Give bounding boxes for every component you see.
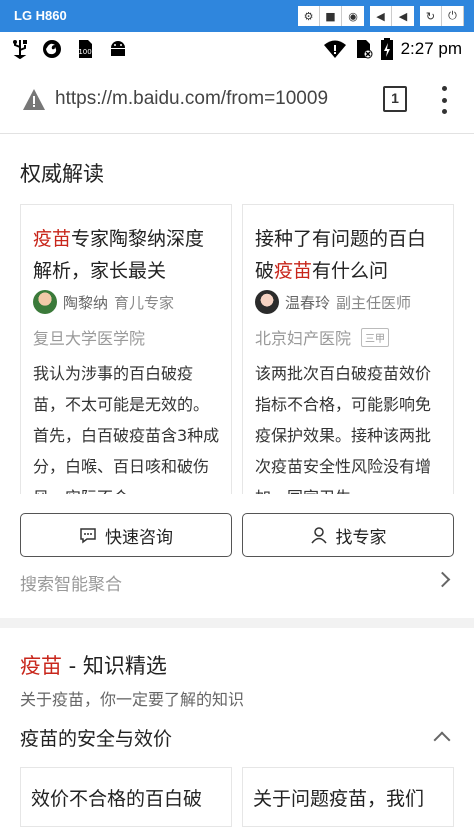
knowledge-card[interactable]: 效价不合格的百白破 [20, 767, 232, 827]
battery-icon [380, 38, 393, 60]
expert-card[interactable]: 疫苗专家陶黎纳深度解析，家长最关 陶黎纳 育儿专家 复旦大学医学院 我认为涉事的… [20, 204, 232, 494]
avatar [255, 290, 279, 314]
institution: 复旦大学医学院 [33, 329, 146, 348]
device-bar: LG H860 ⚙ ■ ◉ ◀ ◀ ↻ ⏻ [0, 0, 474, 32]
overflow-menu-icon[interactable] [436, 86, 452, 114]
card-body: 我认为涉事的百白破疫苗，不太可能是无效的。首先，白百破疫苗含3种成分，白喉、百日… [33, 364, 220, 494]
settings-icon[interactable]: ⚙ [298, 6, 320, 26]
topic-title: 疫苗的安全与效价 [20, 728, 173, 750]
camera-icon[interactable]: ◉ [342, 6, 364, 26]
card-title: 疫苗专家陶黎纳深度解析，家长最关 [33, 228, 205, 282]
knowledge-card-title: 效价不合格的百白破 [31, 788, 203, 810]
knowledge-card-title: 关于问题疫苗，我们 [253, 788, 425, 810]
hospital-grade-badge: 三甲 [361, 327, 390, 347]
section-subtitle: 关于疫苗，你一定要了解的知识 [20, 690, 245, 709]
chat-icon [80, 528, 96, 544]
url-fade [330, 86, 370, 116]
chevron-right-icon [434, 571, 451, 588]
svg-text:100: 100 [78, 48, 91, 56]
author-name: 温春玲 [285, 293, 331, 312]
author-role: 副主任医师 [336, 293, 412, 312]
author-name: 陶黎纳 [63, 293, 109, 312]
smart-aggregate-label: 搜索智能聚合 [20, 575, 122, 595]
expert-card[interactable]: 接种了有问题的百白破疫苗有什么问 温春玲 副主任医师 北京妇产医院 三甲 该两批… [242, 204, 454, 494]
author-role: 育儿专家 [114, 293, 175, 312]
system-status: 2:27 pm [323, 38, 462, 60]
knowledge-card[interactable]: 关于问题疫苗，我们 [242, 767, 454, 827]
browser-toolbar: https://m.baidu.com/from=10009 1 [0, 68, 474, 134]
institution: 北京妇产医院 [255, 329, 352, 348]
wifi-icon [323, 40, 346, 58]
power-icon[interactable]: ⏻ [442, 6, 464, 26]
find-expert-button[interactable]: 找专家 [242, 513, 454, 557]
tab-switcher-button[interactable]: 1 [383, 86, 407, 112]
author-row: 温春玲 副主任医师 [255, 289, 450, 315]
usb-icon [13, 40, 27, 59]
sim-100-icon: 100 [78, 40, 92, 58]
no-sim-icon [356, 40, 373, 59]
avatar [33, 290, 57, 314]
volume-down-icon[interactable]: ◀ [370, 6, 392, 26]
person-icon [310, 527, 327, 544]
url-field[interactable]: https://m.baidu.com/from=10009 [55, 88, 366, 116]
clock: 2:27 pm [400, 39, 462, 58]
card-title: 接种了有问题的百白破疫苗有什么问 [255, 228, 427, 282]
find-expert-label: 找专家 [335, 527, 387, 548]
warning-icon[interactable] [22, 88, 46, 112]
quick-consult-button[interactable]: 快速咨询 [20, 513, 232, 557]
section-divider [0, 618, 474, 628]
section-title-knowledge: 疫苗 - 知识精选 [20, 654, 167, 678]
device-name: LG H860 [14, 8, 67, 23]
record-icon[interactable]: ■ [320, 6, 342, 26]
volume-up-icon[interactable]: ◀ [392, 6, 414, 26]
smart-aggregate-link[interactable]: 搜索智能聚合 [20, 570, 454, 600]
author-row: 陶黎纳 育儿专家 [33, 289, 228, 315]
rotate-icon[interactable]: ↻ [420, 6, 442, 26]
section-title-authority: 权威解读 [20, 162, 104, 186]
quick-consult-label: 快速咨询 [105, 527, 173, 548]
android-icon [111, 41, 125, 56]
card-body: 该两批次百白破疫苗效价指标不合格，可能影响免疫保护效果。接种该两批次疫苗安全性风… [255, 364, 432, 494]
status-bar: 100 2:27 pm [0, 32, 474, 68]
notification-icons: 100 [12, 39, 128, 59]
topic-header[interactable]: 疫苗的安全与效价 [20, 724, 454, 754]
institution-row: 复旦大学医学院 [33, 325, 145, 349]
chevron-up-icon [433, 731, 451, 749]
firefox-icon [43, 40, 61, 58]
device-controls: ⚙ ■ ◉ ◀ ◀ ↻ ⏻ [298, 6, 464, 26]
institution-row: 北京妇产医院 三甲 [255, 325, 390, 349]
